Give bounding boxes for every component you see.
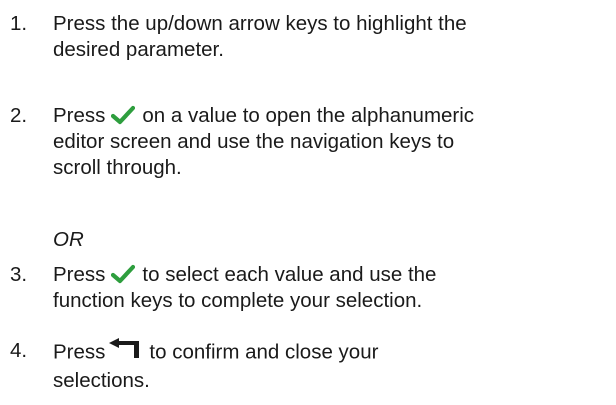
step-line-rest: on a value to open the alphanumeric — [142, 104, 475, 127]
check-mark — [111, 105, 136, 124]
check-mark — [111, 264, 136, 283]
step-line-with-icon: Press to confirm and close your — [53, 338, 613, 368]
enter-arrow-icon — [109, 338, 140, 358]
enter-arrow-shape — [109, 338, 140, 358]
step-number: 1. — [10, 12, 28, 35]
step-number: 4. — [10, 339, 28, 362]
instruction-document: 1. Press the up/down arrow keys to highl… — [0, 0, 616, 405]
press-label: Press — [53, 263, 106, 286]
step-text: Press to select each value and use the fu… — [53, 262, 613, 314]
or-label: OR — [53, 228, 84, 251]
step-number: 2. — [10, 104, 28, 127]
step-line: function keys to complete your selection… — [53, 289, 423, 312]
step-line: editor screen and use the navigation key… — [53, 130, 455, 153]
step-text: Press on a value to open the alphanumeric… — [53, 103, 613, 181]
step-number: 3. — [10, 263, 28, 286]
press-label: Press — [53, 340, 106, 364]
press-label: Press — [53, 104, 106, 127]
step-line-with-icon: Press on a value to open the alphanumeric — [53, 103, 613, 129]
step-line: selections. — [53, 369, 150, 392]
step-text: Press the up/down arrow keys to highligh… — [53, 11, 613, 63]
step-line-with-icon: Press to select each value and use the — [53, 262, 613, 288]
step-line: desired parameter. — [53, 38, 224, 61]
step-line: Press the up/down arrow keys to highligh… — [53, 12, 467, 35]
step-line: scroll through. — [53, 156, 182, 179]
step-text: Press to confirm and close your selection… — [53, 338, 613, 394]
check-icon — [111, 264, 136, 283]
step-line-rest: to confirm and close your — [149, 340, 379, 364]
step-line-rest: to select each value and use the — [142, 263, 437, 286]
check-icon — [111, 105, 136, 124]
